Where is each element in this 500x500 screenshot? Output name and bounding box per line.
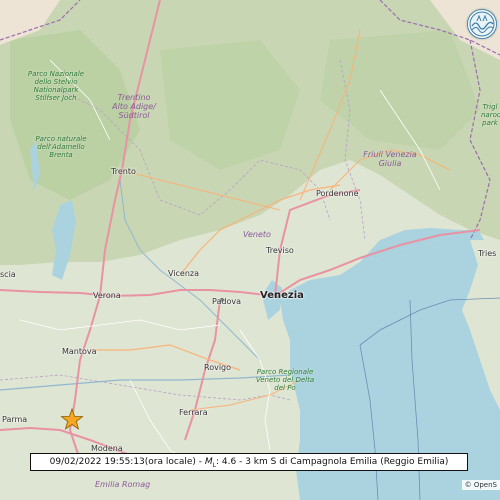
epicenter-layer <box>60 407 84 430</box>
epicenter-star-icon[interactable] <box>60 407 84 430</box>
region-label-veneto: Veneto <box>243 230 271 239</box>
park-label-triglav: Trigl narod park <box>481 103 500 128</box>
event-caption: 09/02/2022 19:55:13(ora locale) - ML: 4.… <box>30 453 468 471</box>
region-border <box>0 374 291 401</box>
map[interactable]: Trento Pordenone Treviso Vicenza Verona … <box>0 0 500 500</box>
city-label-pordenone: Pordenone <box>316 189 359 198</box>
magnitude-symbol: M <box>204 457 213 467</box>
city-label-padova: Padova <box>212 297 241 306</box>
region-label-friuli: Friuli Venezia Giulia <box>363 150 417 169</box>
city-label-rovigo: Rovigo <box>204 363 232 372</box>
city-label-vicenza: Vicenza <box>168 269 200 278</box>
city-label-trento: Trento <box>111 167 136 176</box>
city-label-trieste: Tries <box>478 249 497 258</box>
city-label-ferrara: Ferrara <box>179 408 208 417</box>
magnitude-value: : 4.6 <box>216 457 237 467</box>
minor-road <box>19 319 221 331</box>
event-sep: - <box>195 457 205 467</box>
city-label-venezia: Venezia <box>260 290 304 301</box>
event-location: - 3 km S di Campagnola Emilia (Reggio Em… <box>236 457 449 467</box>
city-label-verona: Verona <box>93 291 121 300</box>
river-po <box>0 374 291 391</box>
city-label-mantova: Mantova <box>62 347 97 356</box>
city-label-modena: Modena <box>91 444 123 453</box>
park-label-stelvio: Parco Nazionale dello Stelvio Nationalpa… <box>27 70 85 103</box>
motorway <box>0 289 276 298</box>
city-label-brescia: scia <box>0 270 16 279</box>
event-datetime: 09/02/2022 19:55:13(ora locale) <box>49 457 196 467</box>
park-label-delta: Parco Regionale Veneto del Delta del Po <box>255 368 315 393</box>
park-label-adamello: Parco naturale dell'Adamello Brenta <box>35 135 87 160</box>
map-attribution[interactable]: © OpenS <box>461 480 500 490</box>
region-label-trentino: Trentino Alto Adige/ Südtirol <box>112 93 156 121</box>
ingv-logo-icon <box>467 9 497 39</box>
city-label-parma: Parma <box>2 415 28 424</box>
region-label-emilia: Emilia Romag <box>95 480 151 489</box>
city-label-treviso: Treviso <box>266 246 294 255</box>
